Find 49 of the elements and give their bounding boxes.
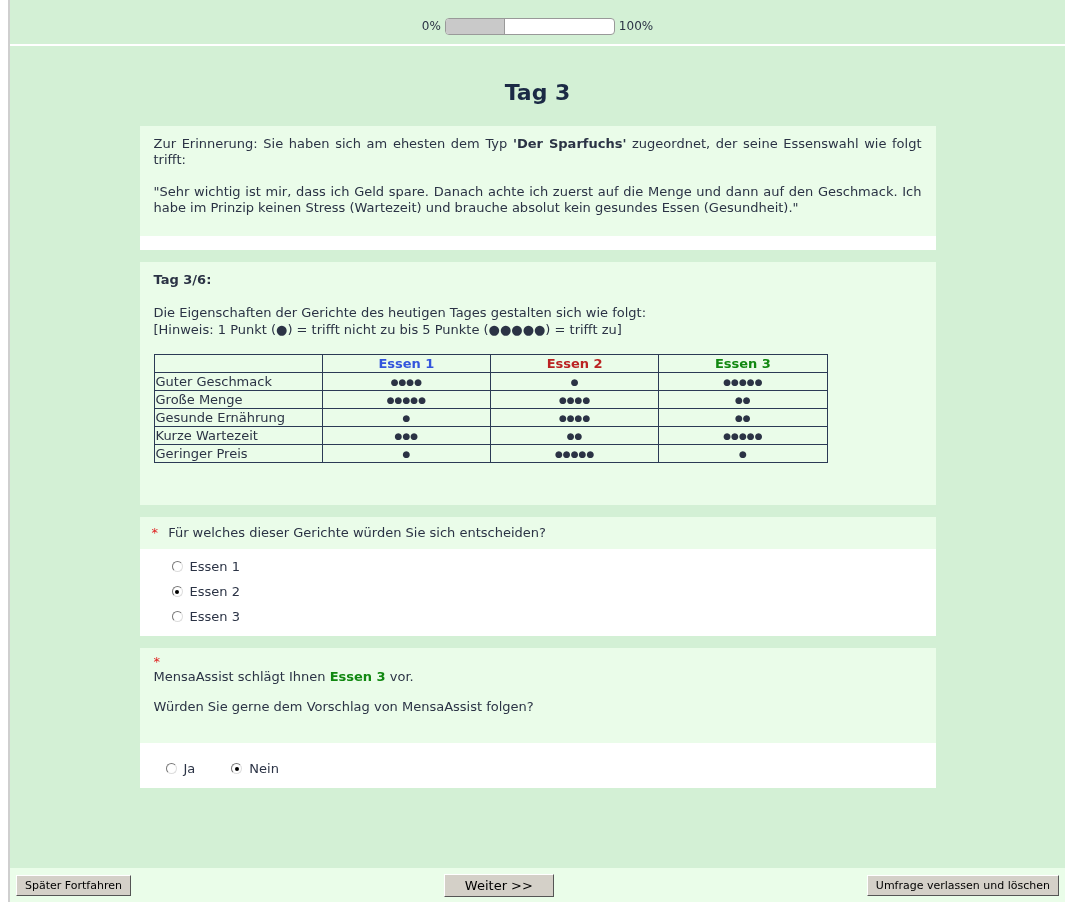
radio-button[interactable] [171, 561, 183, 572]
rating-cell: ●● [490, 426, 659, 445]
row-label: Geringer Preis [154, 444, 323, 463]
later-button[interactable]: Später Fortfahren [16, 874, 131, 896]
radio-button[interactable] [165, 763, 177, 774]
day-description: Die Eigenschaften der Gerichte des heutigen Tages gestalten sich wie folgt: [153, 304, 648, 321]
radio-button[interactable] [171, 611, 183, 622]
row-label: Große Menge [154, 390, 323, 409]
rating-cell: ●● [658, 408, 827, 427]
rating-cell: ●●● [322, 426, 491, 445]
column-header: Essen 3 [658, 354, 827, 373]
radio-button[interactable] [231, 763, 243, 774]
radio-option[interactable]: Ja [165, 761, 196, 776]
radio-option[interactable]: Essen 3 [171, 609, 904, 624]
exit-button[interactable]: Umfrage verlassen und löschen [866, 874, 1059, 896]
radio-option[interactable]: Essen 2 [171, 584, 904, 599]
progress-end-label: 100% [618, 19, 654, 33]
column-header: Essen 1 [322, 354, 491, 373]
rating-hint: [Hinweis: 1 Punkt (●) = trifft nicht zu bis 5 Punkte (●●●●●) = trifft zu] [153, 321, 623, 338]
rating-cell: ●●●●● [322, 390, 491, 409]
question-text: Für welches dieser Gerichte würden Sie sich entscheiden? [168, 525, 546, 540]
rating-cell: ● [658, 444, 827, 463]
required-mark: * [153, 654, 161, 669]
column-header: Essen 2 [490, 354, 659, 373]
radio-option[interactable]: Essen 1 [171, 559, 904, 574]
rating-cell: ●●●●● [490, 444, 659, 463]
rating-cell: ●●●●● [658, 372, 827, 391]
radio-button[interactable] [171, 586, 183, 597]
day-heading: Tag 3/6: [153, 272, 213, 288]
row-label: Guter Geschmack [154, 372, 323, 391]
rating-cell: ● [322, 408, 491, 427]
row-label: Kurze Wartezeit [154, 426, 323, 445]
row-label: Gesunde Ernährung [154, 408, 323, 427]
rating-cell: ●●●●● [658, 426, 827, 445]
rating-cell: ● [490, 372, 659, 391]
rating-cell: ●●●● [490, 408, 659, 427]
required-mark: * [151, 525, 158, 540]
progress-start-label: 0% [421, 19, 441, 33]
question-text: Würden Sie gerne dem Vorschlag von MensaAssist folgen? [153, 699, 535, 715]
rating-cell: ●● [658, 390, 827, 409]
suggestion-text: MensaAssist schlägt Ihnen Essen 3 vor. [153, 669, 415, 685]
page-title: Tag 3 [504, 80, 571, 105]
rating-cell: ●●●● [322, 372, 491, 391]
rating-cell: ● [322, 444, 491, 463]
persona-quote: "Sehr wichtig ist mir, dass ich Geld spare. Danach achte ich zuerst auf die Menge und dann auf den Geschmack. Ich habe im Prinzip keinen Stress (Wartezeit) und brauche absolut kein gesundes Essen (Gesundheit)." [153, 184, 922, 216]
radio-option[interactable]: Nein [231, 761, 279, 776]
reminder-text: Zur Erinnerung: Sie haben sich am ehesten dem Typ 'Der Sparfuchs' zugeordnet, der seine Essenswahl wie folgt trifft: [153, 136, 922, 168]
next-button[interactable]: Weiter >> [443, 873, 554, 897]
rating-cell: ●●●● [490, 390, 659, 409]
